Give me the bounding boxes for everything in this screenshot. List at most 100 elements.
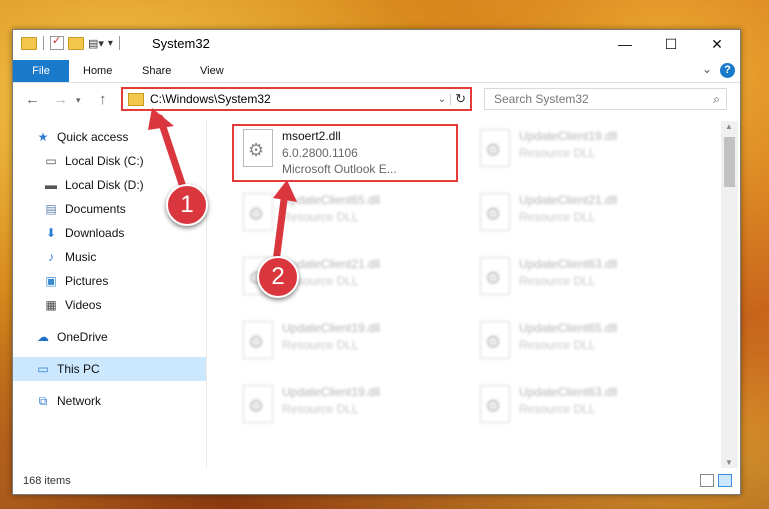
- file-description: Resource DLL: [519, 338, 596, 352]
- help-icon[interactable]: ?: [720, 63, 735, 78]
- dll-file-icon: ⚙: [480, 385, 510, 423]
- file-description: Resource DLL: [519, 146, 596, 160]
- folder-icon: [21, 36, 37, 50]
- videos-icon: ▦: [45, 298, 57, 312]
- ribbon-tabs: File Home Share View ⌄ ?: [13, 60, 740, 83]
- sidebar-item-music[interactable]: ♪ Music 📌: [13, 245, 236, 269]
- sidebar-item-label: OneDrive: [57, 330, 108, 344]
- dll-file-icon: ⚙: [243, 385, 273, 423]
- file-item[interactable]: ⚙ UpdateClient65.dll Resource DLL: [472, 315, 697, 373]
- sidebar-item-label: Pictures: [65, 274, 109, 288]
- file-name: UpdateClient19.dll: [282, 385, 381, 399]
- network-icon: ⧉: [38, 394, 48, 408]
- computer-icon: ▭: [37, 362, 49, 376]
- dll-file-icon: ⚙: [243, 193, 273, 231]
- window-controls: — ☐ ✕: [602, 30, 740, 58]
- sidebar-item-label: Network: [57, 394, 102, 408]
- file-description: Resource DLL: [519, 402, 596, 416]
- tab-file[interactable]: File: [13, 60, 69, 82]
- file-item[interactable]: ⚙ UpdateClient19.dll Resource DLL: [235, 315, 460, 373]
- sidebar-item-quick-access[interactable]: ★ Quick access: [13, 125, 228, 149]
- title-bar: ▤▾ ▾ System32 — ☐ ✕: [13, 30, 740, 60]
- tab-share[interactable]: Share: [132, 60, 181, 82]
- file-description: Resource DLL: [519, 210, 596, 224]
- sidebar-item-label: Music: [65, 250, 97, 264]
- scroll-down-icon[interactable]: ▼: [725, 458, 733, 467]
- sidebar-item-downloads[interactable]: ⬇ Downloads 📌: [13, 221, 236, 245]
- sidebar-item-label: Local Disk (C:): [65, 154, 144, 168]
- sidebar-item-local-disk-c[interactable]: ▭ Local Disk (C:) 📌: [13, 149, 236, 173]
- sidebar-item-videos[interactable]: ▦ Videos 📌: [13, 293, 236, 317]
- file-item[interactable]: ⚙ UpdateClient65.dll Resource DLL: [235, 187, 460, 245]
- file-name: UpdateClient65.dll: [282, 193, 381, 207]
- quick-access-toolbar: ▤▾ ▾: [21, 34, 122, 50]
- address-bar[interactable]: C:\Windows\System32 ⌄ ↻: [121, 87, 472, 111]
- recent-locations-icon[interactable]: ▾: [76, 95, 81, 106]
- star-icon: ★: [37, 130, 49, 144]
- file-description: Resource DLL: [282, 338, 359, 352]
- sidebar-item-label: Local Disk (D:): [65, 178, 144, 192]
- refresh-icon[interactable]: ↻: [451, 91, 470, 107]
- dll-file-icon: ⚙: [480, 321, 510, 359]
- maximize-button[interactable]: ☐: [648, 30, 694, 58]
- file-name: UpdateClient63.dll: [519, 385, 618, 399]
- search-input[interactable]: Search System32 ⌕: [484, 88, 727, 110]
- sidebar-item-this-pc[interactable]: ▭ This PC: [13, 357, 206, 381]
- tab-view[interactable]: View: [190, 60, 234, 82]
- qat-dropdown-icon[interactable]: ▾: [108, 38, 113, 49]
- scroll-up-icon[interactable]: ▲: [725, 122, 733, 131]
- navigation-pane: ★ Quick access ▭ Local Disk (C:) 📌 ▬ Loc…: [13, 121, 230, 468]
- vertical-scrollbar[interactable]: ▲ ▼: [721, 121, 738, 468]
- new-folder-icon[interactable]: [68, 36, 84, 50]
- file-name: UpdateClient19.dll: [282, 321, 381, 335]
- large-icons-view-icon[interactable]: [718, 474, 732, 487]
- sidebar-item-label: This PC: [57, 362, 100, 376]
- file-name: UpdateClient19.dll: [519, 129, 618, 143]
- sidebar-item-onedrive[interactable]: ☁ OneDrive: [13, 325, 228, 349]
- file-item[interactable]: ⚙ UpdateClient19.dll Resource DLL: [235, 379, 460, 437]
- close-button[interactable]: ✕: [694, 30, 740, 58]
- view-switcher: [700, 474, 732, 487]
- file-item[interactable]: ⚙ UpdateClient63.dll Resource DLL: [472, 379, 697, 437]
- dll-file-icon: ⚙: [480, 129, 510, 167]
- address-path[interactable]: C:\Windows\System32: [150, 92, 434, 106]
- address-dropdown-icon[interactable]: ⌄: [434, 93, 452, 105]
- window-title: System32: [152, 36, 210, 51]
- file-description: Resource DLL: [282, 210, 359, 224]
- back-arrow-icon[interactable]: ←: [25, 91, 40, 108]
- file-description: Resource DLL: [282, 402, 359, 416]
- details-view-icon[interactable]: [700, 474, 714, 487]
- status-bar: 168 items: [13, 470, 740, 494]
- drive-icon: ▬: [45, 178, 57, 192]
- file-name: UpdateClient21.dll: [519, 193, 618, 207]
- pane-divider[interactable]: [206, 121, 207, 468]
- dll-file-icon: ⚙: [243, 321, 273, 359]
- step-badge-2: 2: [257, 256, 299, 298]
- file-item[interactable]: ⚙ UpdateClient19.dll Resource DLL: [472, 123, 697, 181]
- search-placeholder: Search System32: [494, 92, 589, 106]
- file-item[interactable]: ⚙ UpdateClient21.dll Resource DLL: [472, 187, 697, 245]
- minimize-button[interactable]: —: [602, 30, 648, 58]
- sidebar-item-pictures[interactable]: ▣ Pictures 📌: [13, 269, 236, 293]
- expand-ribbon-icon[interactable]: ⌄: [702, 62, 712, 76]
- file-explorer-window: ▤▾ ▾ System32 — ☐ ✕ File Home Share View…: [12, 29, 741, 495]
- dll-file-icon: ⚙: [480, 193, 510, 231]
- dll-file-icon: ⚙: [480, 257, 510, 295]
- sidebar-item-label: Documents: [65, 202, 126, 216]
- up-arrow-icon[interactable]: ↑: [99, 91, 107, 108]
- properties-icon[interactable]: [50, 34, 64, 50]
- file-name: UpdateClient65.dll: [519, 321, 618, 335]
- drive-icon: ▭: [45, 154, 57, 168]
- file-description: Resource DLL: [519, 274, 596, 288]
- sidebar-item-label: Quick access: [57, 130, 129, 144]
- step-badge-1: 1: [166, 184, 208, 226]
- sidebar-item-label: Videos: [65, 298, 102, 312]
- navigation-bar: ← → ▾ ↑ C:\Windows\System32 ⌄ ↻ Search S…: [13, 83, 740, 117]
- sidebar-item-network[interactable]: ⧉ Network: [13, 389, 228, 413]
- scroll-thumb[interactable]: [724, 137, 735, 187]
- customize-qat-icon[interactable]: ▤▾: [88, 37, 104, 50]
- tab-home[interactable]: Home: [73, 60, 122, 82]
- file-item[interactable]: ⚙ UpdateClient63.dll Resource DLL: [472, 251, 697, 309]
- music-icon: ♪: [48, 250, 54, 264]
- forward-arrow-icon[interactable]: →: [53, 91, 68, 108]
